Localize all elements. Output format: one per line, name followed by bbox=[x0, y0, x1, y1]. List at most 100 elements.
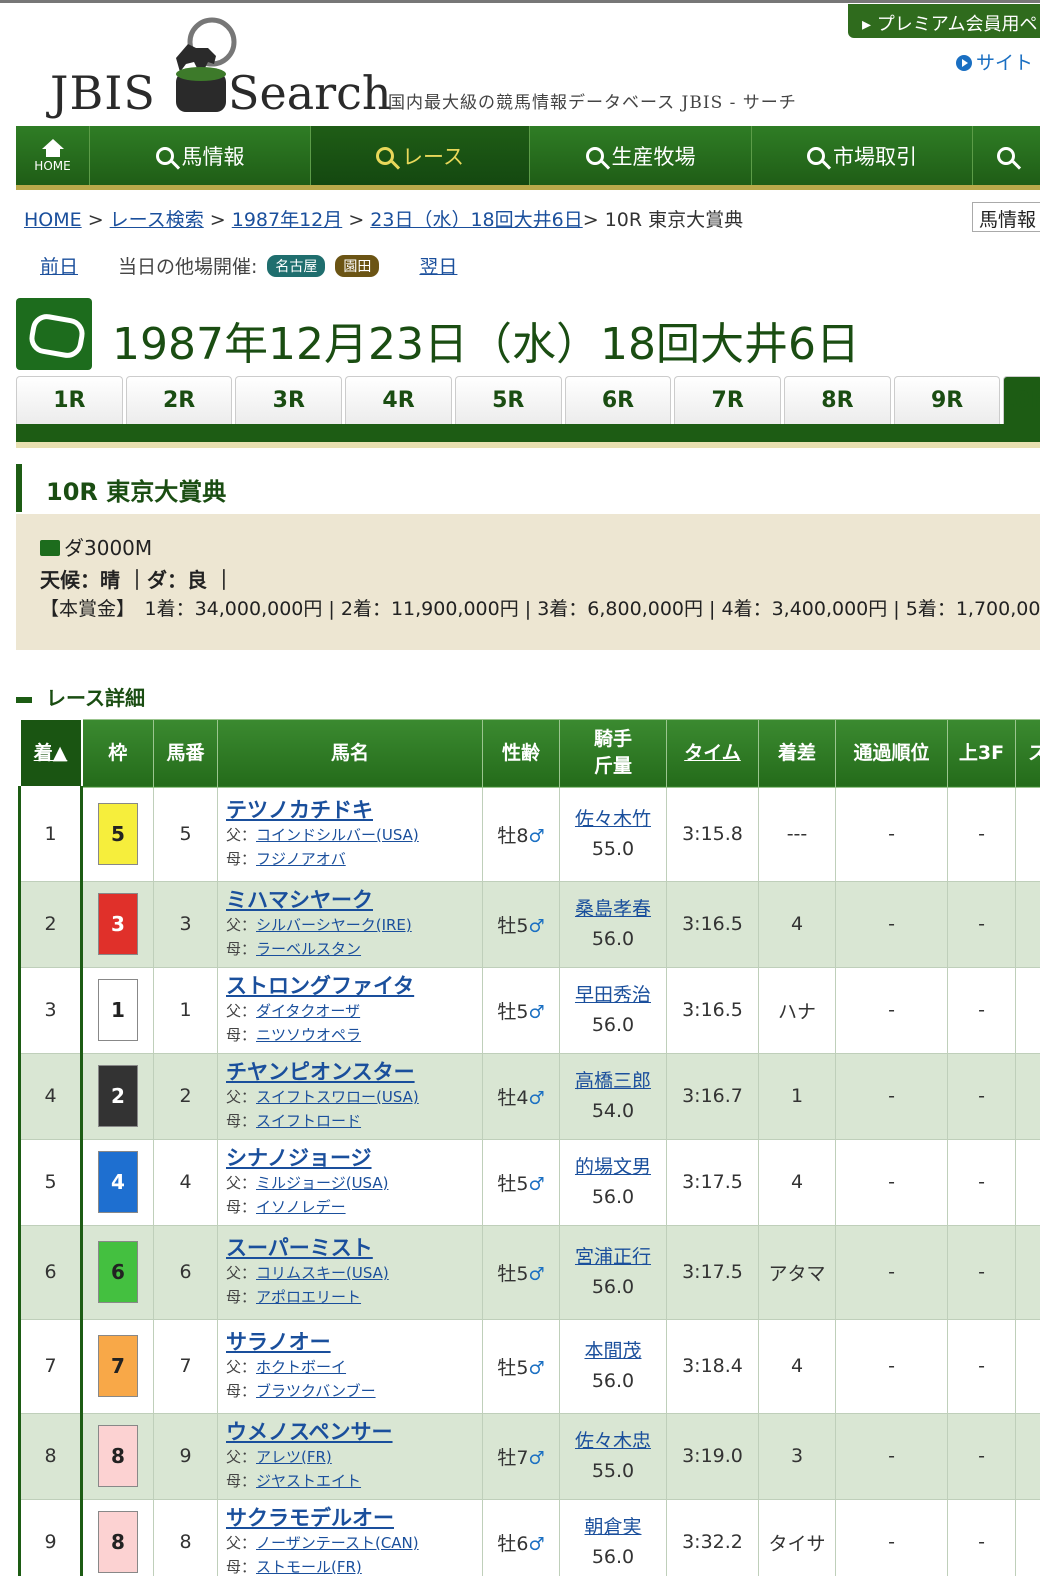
jockey-link[interactable]: 的場文男 bbox=[560, 1152, 666, 1182]
male-icon: ♂ bbox=[528, 1001, 545, 1023]
jockey-link[interactable]: 佐々木竹 bbox=[560, 804, 666, 834]
col-last3f: 上3F bbox=[947, 718, 1016, 788]
horse-name-link[interactable]: チヤンピオンスター bbox=[226, 1059, 482, 1085]
race-tab-3r[interactable]: 3R bbox=[235, 376, 343, 424]
premium-member-link[interactable]: ▸ プレミアム会員用ペ bbox=[848, 4, 1040, 38]
col-jockey-weight: 騎手 斤量 bbox=[559, 718, 667, 788]
dam-prefix: 母： bbox=[226, 1472, 257, 1490]
search-icon bbox=[996, 146, 1015, 165]
search-icon bbox=[585, 146, 604, 165]
race-tab-8r[interactable]: 8R bbox=[784, 376, 891, 424]
jockey-link[interactable]: 朝倉実 bbox=[560, 1512, 666, 1542]
sire-link[interactable]: ホクトボーイ bbox=[256, 1358, 346, 1376]
sex-age-text: 牡7 bbox=[497, 1446, 529, 1469]
jockey-link[interactable]: 本間茂 bbox=[560, 1336, 666, 1366]
breadcrumb-sep: > bbox=[87, 209, 104, 231]
nav-horse-info[interactable]: 馬情報 bbox=[90, 126, 311, 185]
dam-link[interactable]: アポロエリート bbox=[256, 1288, 361, 1306]
breadcrumb-race-search[interactable]: レース検索 bbox=[110, 209, 204, 231]
jbis-logo[interactable]: JBIS Search bbox=[50, 14, 392, 120]
horse-search-select[interactable]: 馬情報 bbox=[972, 202, 1040, 232]
col-rank[interactable]: 着▲ bbox=[18, 718, 83, 788]
jockey-link[interactable]: 高橋三郎 bbox=[560, 1066, 666, 1096]
dam-link[interactable]: ニツソウオペラ bbox=[256, 1026, 361, 1044]
nav-market[interactable]: 市場取引 bbox=[752, 126, 973, 185]
horse-name-link[interactable]: ミハマシヤーク bbox=[226, 887, 482, 913]
horse-name-link[interactable]: テツノカチドキ bbox=[226, 797, 482, 823]
sex-age-cell: 牡6♂ bbox=[482, 1498, 560, 1576]
horse-name-link[interactable]: サクラモデルオー bbox=[226, 1505, 482, 1531]
dam-link[interactable]: ジヤストエイト bbox=[256, 1472, 361, 1490]
horse-name-link[interactable]: ウメノスペンサー bbox=[226, 1419, 482, 1445]
nav-horse-info-label: 馬情報 bbox=[181, 144, 245, 169]
breadcrumb-home[interactable]: HOME bbox=[24, 209, 82, 231]
race-tab-5r[interactable]: 5R bbox=[454, 376, 562, 424]
site-tagline: 国内最大級の競馬情報データベース JBIS - サーチ bbox=[388, 93, 797, 113]
sire-link[interactable]: ダイタクオーザ bbox=[256, 1002, 360, 1020]
dam-link[interactable]: ブラツクバンブー bbox=[256, 1382, 376, 1400]
sire-line: 父：ホクトボーイ bbox=[226, 1355, 482, 1379]
waku-badge: 8 bbox=[98, 1425, 138, 1487]
nav-breeder[interactable]: 生産牧場 bbox=[530, 126, 752, 185]
race-tab-9r[interactable]: 9R bbox=[893, 376, 1001, 424]
race-tab-10r[interactable]: 10R bbox=[1003, 376, 1040, 424]
race-tab-4r[interactable]: 4R bbox=[345, 376, 452, 424]
dam-link[interactable]: ストモール(FR) bbox=[256, 1558, 362, 1576]
col-weight: 斤量 bbox=[593, 755, 632, 777]
race-tab-6r[interactable]: 6R bbox=[564, 376, 672, 424]
tab-bar-accent bbox=[16, 442, 1040, 448]
horse-name-link[interactable]: シナノジョージ bbox=[226, 1145, 482, 1171]
weight-text: 54.0 bbox=[591, 1100, 635, 1122]
col-time[interactable]: タイム bbox=[666, 718, 759, 788]
horse-name-link[interactable]: スーパーミスト bbox=[226, 1235, 482, 1261]
venue-badge-nagoya[interactable]: 名古屋 bbox=[267, 254, 326, 277]
breadcrumb-month[interactable]: 1987年12月 bbox=[232, 209, 343, 231]
jockey-link[interactable]: 桑島孝春 bbox=[560, 894, 666, 924]
sire-prefix: 父： bbox=[226, 1358, 257, 1376]
sire-link[interactable]: コリムスキー(USA) bbox=[256, 1264, 389, 1282]
sire-link[interactable]: ミルジョージ(USA) bbox=[256, 1174, 388, 1192]
last3f-cell: - bbox=[947, 1052, 1016, 1140]
nav-more[interactable] bbox=[973, 126, 1040, 185]
horse-name-link[interactable]: サラノオー bbox=[226, 1329, 482, 1355]
sire-link[interactable]: シルバーシヤーク(IRE) bbox=[256, 916, 412, 934]
waku-cell: 8 bbox=[81, 1498, 154, 1576]
sitemap-link[interactable]: サイト bbox=[956, 48, 1033, 75]
nav-race[interactable]: レース bbox=[311, 126, 530, 185]
rank-cell: 3 bbox=[18, 966, 83, 1054]
race-tab-7r[interactable]: 7R bbox=[674, 376, 782, 424]
next-day-link[interactable]: 翌日 bbox=[419, 252, 457, 279]
sire-link[interactable]: コインドシルバー(USA) bbox=[256, 826, 419, 844]
dam-link[interactable]: イソノレデー bbox=[256, 1198, 346, 1216]
passing-cell: - bbox=[835, 786, 948, 882]
dam-link[interactable]: スイフトロード bbox=[256, 1112, 361, 1130]
waku-cell: 6 bbox=[81, 1224, 154, 1320]
weight-text: 56.0 bbox=[591, 1186, 635, 1208]
sire-link[interactable]: ノーザンテースト(CAN) bbox=[256, 1534, 419, 1552]
male-icon: ♂ bbox=[528, 1087, 545, 1109]
dam-link[interactable]: フジノアオバ bbox=[256, 850, 346, 868]
sire-link[interactable]: スイフトスワロー(USA) bbox=[256, 1088, 419, 1106]
rank-cell: 4 bbox=[18, 1052, 83, 1140]
breadcrumb-day[interactable]: 23日（水）18回大井6日 bbox=[370, 209, 582, 231]
sire-link[interactable]: アレツ(FR) bbox=[256, 1448, 332, 1466]
waku-badge: 4 bbox=[98, 1151, 138, 1213]
col-jockey: 騎手 bbox=[593, 728, 632, 751]
venue-badge-sonoda[interactable]: 園田 bbox=[335, 254, 380, 277]
time-cell: 3:16.5 bbox=[666, 966, 759, 1054]
jockey-link[interactable]: 佐々木忠 bbox=[560, 1426, 666, 1456]
race-tab-2r[interactable]: 2R bbox=[125, 376, 233, 424]
jockey-cell: 佐々木竹 55.0 bbox=[559, 786, 667, 882]
nav-home[interactable]: HOME bbox=[16, 126, 90, 185]
prev-day-link[interactable]: 前日 bbox=[40, 252, 78, 279]
col-horse-name: 馬名 bbox=[217, 718, 483, 788]
horse-name-link[interactable]: ストロングファイタ bbox=[226, 973, 482, 999]
tab-bar bbox=[16, 424, 1040, 442]
race-tab-1r[interactable]: 1R bbox=[16, 376, 123, 424]
dam-link[interactable]: ラーベルスタン bbox=[256, 940, 361, 958]
last3f-cell: - bbox=[947, 880, 1016, 968]
passing-cell: - bbox=[835, 1318, 948, 1414]
jockey-link[interactable]: 早田秀治 bbox=[560, 980, 666, 1010]
jockey-link[interactable]: 宮浦正行 bbox=[560, 1242, 666, 1272]
male-icon: ♂ bbox=[528, 1263, 545, 1285]
